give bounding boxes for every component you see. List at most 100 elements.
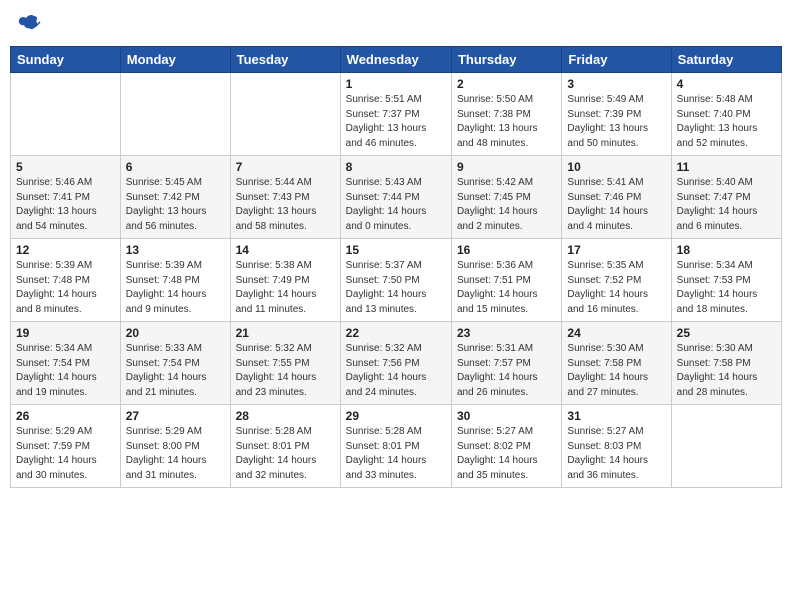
calendar-day-cell: 7Sunrise: 5:44 AM Sunset: 7:43 PM Daylig… — [230, 156, 340, 239]
day-number: 21 — [236, 326, 335, 340]
calendar-day-cell: 21 Sunrise: 5:32 AM Sunset: 7:55 PM Dayli… — [230, 322, 340, 405]
day-info: Sunrise: 5:30 AM Sunset: 7:58 PM Dayligh… — [677, 342, 776, 400]
day-of-week-header: Sunday — [11, 47, 121, 73]
day-number: 11 — [677, 160, 776, 174]
day-number: 27 — [126, 409, 225, 423]
day-info: Sunrise: 5:28 AM Sunset: 8:01 PM Dayligh… — [346, 425, 446, 483]
calendar-day-cell: 10 Sunrise: 5:41 AM Sunset: 7:46 PM Dayli… — [562, 156, 671, 239]
day-number: 13 — [126, 243, 225, 257]
day-info: Sunrise: 5:28 AM Sunset: 8:01 PM Dayligh… — [236, 425, 335, 483]
calendar-day-cell — [11, 73, 121, 156]
calendar-day-cell: 16 Sunrise: 5:36 AM Sunset: 7:51 PM Dayli… — [451, 239, 561, 322]
calendar-day-cell — [671, 405, 781, 488]
calendar-day-cell: 19 Sunrise: 5:34 AM Sunset: 7:54 PM Dayli… — [11, 322, 121, 405]
day-number: 10 — [567, 160, 665, 174]
calendar-table: SundayMondayTuesdayWednesdayThursdayFrid… — [10, 46, 782, 488]
day-number: 16 — [457, 243, 556, 257]
day-number: 26 — [16, 409, 115, 423]
day-info: Sunrise: 5:40 AM Sunset: 7:47 PM Dayligh… — [677, 176, 776, 234]
day-info: Sunrise: 5:29 AM Sunset: 7:59 PM Dayligh… — [16, 425, 115, 483]
logo-bird-icon — [14, 10, 42, 38]
calendar-day-cell: 24 Sunrise: 5:30 AM Sunset: 7:58 PM Dayli… — [562, 322, 671, 405]
day-info: Sunrise: 5:41 AM Sunset: 7:46 PM Dayligh… — [567, 176, 665, 234]
calendar-day-cell: 8 Sunrise: 5:43 AM Sunset: 7:44 PM Daylig… — [340, 156, 451, 239]
day-number: 30 — [457, 409, 556, 423]
day-info: Sunrise: 5:36 AM Sunset: 7:51 PM Dayligh… — [457, 259, 556, 317]
day-number: 5 — [16, 160, 115, 174]
calendar-day-cell: 11 Sunrise: 5:40 AM Sunset: 7:47 PM Dayli… — [671, 156, 781, 239]
day-number: 22 — [346, 326, 446, 340]
calendar-day-cell — [120, 73, 230, 156]
day-number: 1 — [346, 77, 446, 91]
calendar-day-cell: 30Sunrise: 5:27 AM Sunset: 8:02 PM Dayli… — [451, 405, 561, 488]
calendar-day-cell: 2Sunrise: 5:50 AM Sunset: 7:38 PM Daylig… — [451, 73, 561, 156]
day-info: Sunrise: 5:38 AM Sunset: 7:49 PM Dayligh… — [236, 259, 335, 317]
day-info: Sunrise: 5:29 AM Sunset: 8:00 PM Dayligh… — [126, 425, 225, 483]
page-header — [10, 10, 782, 38]
calendar-week-row: 26 Sunrise: 5:29 AM Sunset: 7:59 PM Dayli… — [11, 405, 782, 488]
calendar-day-cell: 5 Sunrise: 5:46 AM Sunset: 7:41 PM Daylig… — [11, 156, 121, 239]
day-info: Sunrise: 5:33 AM Sunset: 7:54 PM Dayligh… — [126, 342, 225, 400]
calendar-day-cell: 15 Sunrise: 5:37 AM Sunset: 7:50 PM Dayli… — [340, 239, 451, 322]
calendar-day-cell: 22 Sunrise: 5:32 AM Sunset: 7:56 PM Dayli… — [340, 322, 451, 405]
day-info: Sunrise: 5:44 AM Sunset: 7:43 PM Dayligh… — [236, 176, 335, 234]
day-info: Sunrise: 5:32 AM Sunset: 7:55 PM Dayligh… — [236, 342, 335, 400]
day-number: 18 — [677, 243, 776, 257]
day-info: Sunrise: 5:34 AM Sunset: 7:54 PM Dayligh… — [16, 342, 115, 400]
day-number: 25 — [677, 326, 776, 340]
day-number: 24 — [567, 326, 665, 340]
day-number: 23 — [457, 326, 556, 340]
day-number: 17 — [567, 243, 665, 257]
day-of-week-header: Monday — [120, 47, 230, 73]
day-info: Sunrise: 5:31 AM Sunset: 7:57 PM Dayligh… — [457, 342, 556, 400]
day-of-week-header: Tuesday — [230, 47, 340, 73]
calendar-day-cell — [230, 73, 340, 156]
day-info: Sunrise: 5:46 AM Sunset: 7:41 PM Dayligh… — [16, 176, 115, 234]
calendar-day-cell: 1 Sunrise: 5:51 AM Sunset: 7:37 PM Daylig… — [340, 73, 451, 156]
calendar-week-row: 1 Sunrise: 5:51 AM Sunset: 7:37 PM Daylig… — [11, 73, 782, 156]
calendar-day-cell: 20 Sunrise: 5:33 AM Sunset: 7:54 PM Dayli… — [120, 322, 230, 405]
day-number: 19 — [16, 326, 115, 340]
calendar-week-row: 19 Sunrise: 5:34 AM Sunset: 7:54 PM Dayli… — [11, 322, 782, 405]
day-info: Sunrise: 5:48 AM Sunset: 7:40 PM Dayligh… — [677, 93, 776, 151]
day-number: 14 — [236, 243, 335, 257]
day-number: 29 — [346, 409, 446, 423]
calendar-day-cell: 14 Sunrise: 5:38 AM Sunset: 7:49 PM Dayli… — [230, 239, 340, 322]
day-number: 31 — [567, 409, 665, 423]
calendar-day-cell: 23 Sunrise: 5:31 AM Sunset: 7:57 PM Dayli… — [451, 322, 561, 405]
day-of-week-header: Friday — [562, 47, 671, 73]
day-of-week-header: Wednesday — [340, 47, 451, 73]
calendar-day-cell: 18 Sunrise: 5:34 AM Sunset: 7:53 PM Dayli… — [671, 239, 781, 322]
day-info: Sunrise: 5:39 AM Sunset: 7:48 PM Dayligh… — [126, 259, 225, 317]
calendar-week-row: 5 Sunrise: 5:46 AM Sunset: 7:41 PM Daylig… — [11, 156, 782, 239]
calendar-day-cell: 4Sunrise: 5:48 AM Sunset: 7:40 PM Daylig… — [671, 73, 781, 156]
calendar-day-cell: 25 Sunrise: 5:30 AM Sunset: 7:58 PM Dayli… — [671, 322, 781, 405]
calendar-day-cell: 26 Sunrise: 5:29 AM Sunset: 7:59 PM Dayli… — [11, 405, 121, 488]
day-info: Sunrise: 5:32 AM Sunset: 7:56 PM Dayligh… — [346, 342, 446, 400]
day-number: 28 — [236, 409, 335, 423]
day-info: Sunrise: 5:34 AM Sunset: 7:53 PM Dayligh… — [677, 259, 776, 317]
logo — [10, 10, 42, 38]
calendar-day-cell: 12Sunrise: 5:39 AM Sunset: 7:48 PM Dayli… — [11, 239, 121, 322]
day-info: Sunrise: 5:42 AM Sunset: 7:45 PM Dayligh… — [457, 176, 556, 234]
day-info: Sunrise: 5:35 AM Sunset: 7:52 PM Dayligh… — [567, 259, 665, 317]
calendar-day-cell: 27 Sunrise: 5:29 AM Sunset: 8:00 PM Dayli… — [120, 405, 230, 488]
calendar-day-cell: 3 Sunrise: 5:49 AM Sunset: 7:39 PM Daylig… — [562, 73, 671, 156]
day-number: 15 — [346, 243, 446, 257]
day-info: Sunrise: 5:37 AM Sunset: 7:50 PM Dayligh… — [346, 259, 446, 317]
day-number: 20 — [126, 326, 225, 340]
calendar-day-cell: 9Sunrise: 5:42 AM Sunset: 7:45 PM Daylig… — [451, 156, 561, 239]
calendar-day-cell: 13 Sunrise: 5:39 AM Sunset: 7:48 PM Dayli… — [120, 239, 230, 322]
day-number: 6 — [126, 160, 225, 174]
calendar-week-row: 12 Sunrise: 5:39 AM Sunset: 7:48 PM Dayli… — [11, 239, 782, 322]
day-number: 8 — [346, 160, 446, 174]
calendar-day-cell: 29 Sunrise: 5:28 AM Sunset: 8:01 PM Dayli… — [340, 405, 451, 488]
day-info: Sunrise: 5:45 AM Sunset: 7:42 PM Dayligh… — [126, 176, 225, 234]
day-info: Sunrise: 5:30 AM Sunset: 7:58 PM Dayligh… — [567, 342, 665, 400]
day-number: 3 — [567, 77, 665, 91]
day-info: Sunrise: 5:49 AM Sunset: 7:39 PM Dayligh… — [567, 93, 665, 151]
day-info: Sunrise: 5:50 AM Sunset: 7:38 PM Dayligh… — [457, 93, 556, 151]
day-info: Sunrise: 5:43 AM Sunset: 7:44 PM Dayligh… — [346, 176, 446, 234]
day-number: 12 — [16, 243, 115, 257]
day-info: Sunrise: 5:51 AM Sunset: 7:37 PM Dayligh… — [346, 93, 446, 151]
